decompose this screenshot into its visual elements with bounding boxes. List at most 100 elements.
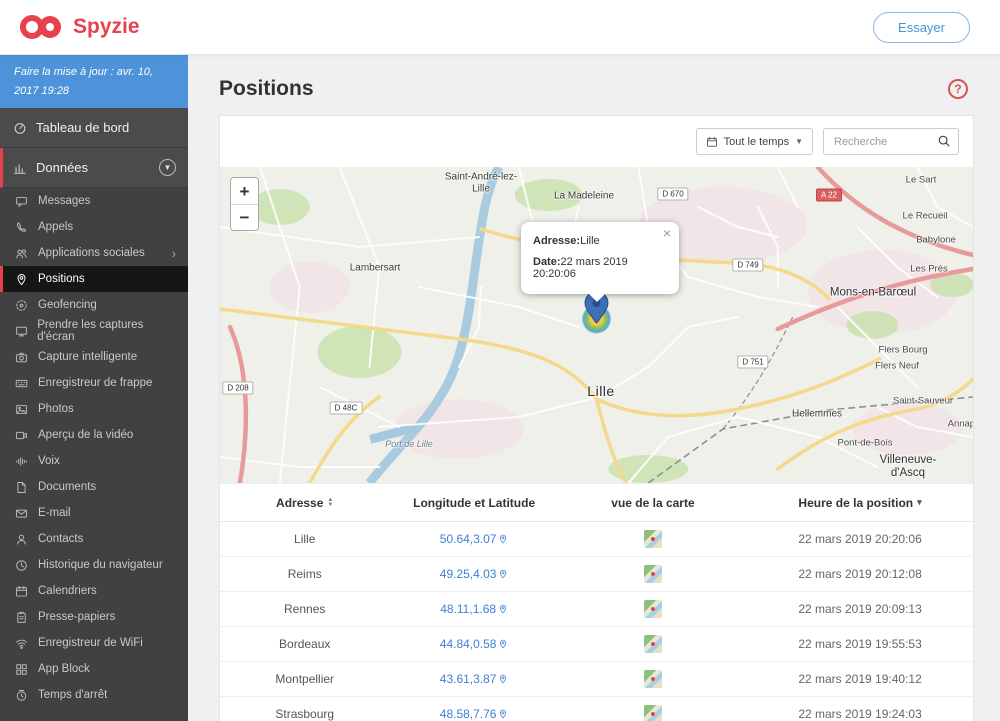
sidebar-item-e-mail[interactable]: E-mail (0, 500, 188, 526)
coordinates-link[interactable]: 48.11,1.68 (440, 602, 508, 616)
sidebar-item-enregistreur-de-wifi[interactable]: Enregistreur de WiFi (0, 630, 188, 656)
cell-map-view (559, 670, 747, 688)
map-thumbnail[interactable] (643, 670, 662, 688)
contact-icon (14, 533, 29, 546)
try-button[interactable]: Essayer (873, 11, 970, 43)
sidebar-item-label: Capture intelligente (38, 351, 138, 364)
sidebar-item-label: Calendriers (38, 585, 97, 598)
sidebar-item-capture-intelligente[interactable]: Capture intelligente (0, 344, 188, 370)
chevron-right-icon: › (171, 245, 176, 261)
cell-time: 22 mars 2019 19:24:03 (798, 707, 922, 721)
map-thumbnail[interactable] (643, 635, 662, 653)
sidebar-item-appels[interactable]: Appels (0, 214, 188, 240)
cell-map-view (559, 565, 747, 583)
spyzie-logo-icon (20, 15, 61, 39)
sidebar-item-calendriers[interactable]: Calendriers (0, 578, 188, 604)
brand-logo[interactable]: Spyzie (18, 12, 140, 42)
sidebar-item-tableau-de-bord[interactable]: Tableau de bord (0, 108, 188, 149)
map-thumbnail[interactable] (643, 530, 662, 548)
header-label: Heure de la position (798, 495, 914, 510)
sidebar-item-donnees[interactable]: Données ▼ (0, 148, 188, 189)
cell-map-view (559, 530, 747, 548)
table-header-vue-carte: vue de la carte (611, 495, 695, 510)
sidebar-item-photos[interactable]: Photos (0, 396, 188, 422)
table-header-heure[interactable]: Heure de la position ▾ (747, 496, 973, 510)
sidebar-item-positions[interactable]: Positions (0, 266, 188, 293)
sidebar-item-label: Enregistreur de WiFi (38, 637, 143, 650)
map-thumbnail[interactable] (643, 600, 662, 618)
sidebar-item-historique-du-navigateur[interactable]: Historique du navigateur (0, 552, 188, 578)
table-row: Rennes 48.11,1.68 22 mars 2019 20:09:13 (220, 592, 973, 627)
wifi-icon (14, 637, 29, 650)
sidebar-item-contacts[interactable]: Contacts (0, 526, 188, 552)
coordinates-link[interactable]: 43.61,3.87 (440, 672, 509, 686)
coordinates-link[interactable]: 44.84,0.58 (440, 637, 509, 651)
sidebar-item-voix[interactable]: Voix (0, 448, 188, 474)
card-toolbar: Tout le temps ▼ (220, 116, 973, 167)
cell-map-view (559, 600, 747, 618)
help-icon[interactable]: ? (948, 79, 968, 99)
map-canvas[interactable] (220, 167, 973, 483)
map-thumbnail[interactable] (643, 565, 662, 583)
sidebar-item-enregistreur-de-frappe[interactable]: Enregistreur de frappe (0, 370, 188, 396)
cell-time: 22 mars 2019 20:12:08 (798, 567, 922, 581)
sidebar-item-apercu-de-la-video[interactable]: Aperçu de la vidéo (0, 422, 188, 448)
table-header-adresse[interactable]: Adresse ▲ ▼ (220, 496, 389, 510)
voice-icon (14, 455, 29, 468)
popup-close-icon[interactable]: × (663, 226, 671, 240)
table-row: Reims 49.25,4.03 22 mars 2019 20:12:08 (220, 557, 973, 592)
location-pin-icon (498, 604, 508, 614)
sidebar-item-app-block[interactable]: App Block (0, 656, 188, 682)
sidebar-item-applications-sociales[interactable]: Applications sociales › (0, 240, 188, 266)
sidebar-item-temps-d-arret[interactable]: Temps d'arrêt (0, 682, 188, 708)
table-row: Montpellier 43.61,3.87 22 mars 2019 19:40:… (220, 662, 973, 697)
table-row: Bordeaux 44.84,0.58 22 mars 2019 19:55:53 (220, 627, 973, 662)
sidebar-section-label: Données (36, 160, 89, 176)
map-popup: × Adresse:Lille Date:22 mars 2019 20:20:… (521, 222, 679, 302)
search-icon[interactable] (937, 134, 951, 153)
sidebar-item-label: Prendre les captures d'écran (37, 319, 144, 344)
page-title: Positions (219, 77, 314, 100)
zoom-in-button[interactable]: + (231, 178, 258, 204)
video-icon (14, 429, 29, 442)
positions-card: Tout le temps ▼ Recherche Saint-André-le… (219, 115, 974, 721)
cell-time: 22 mars 2019 20:20:06 (798, 532, 922, 546)
table-header-row: Adresse ▲ ▼ Longitude et Latitude vue de … (220, 484, 973, 522)
sidebar-item-label: Geofencing (38, 299, 97, 312)
email-icon (14, 507, 29, 520)
coordinates-link[interactable]: 48.58,7.76 (440, 707, 509, 721)
map-thumbnail[interactable] (643, 705, 662, 721)
sidebar-section-label: Tableau de bord (36, 120, 130, 136)
cell-coordinates: 48.11,1.68 (389, 602, 558, 616)
cell-address: Rennes (284, 602, 326, 616)
cell-address: Reims (287, 567, 322, 581)
map[interactable]: Saint-André-lez-Lille La Madeleine Lambers… (220, 167, 973, 483)
sidebar-item-label: Photos (38, 403, 74, 416)
app-block-icon (14, 663, 29, 676)
sidebar-item-label: Positions (38, 273, 85, 286)
keyboard-icon (14, 377, 29, 390)
sidebar-item-documents[interactable]: Documents (0, 474, 188, 500)
sidebar-item-messages[interactable]: Messages (0, 188, 188, 214)
coordinates-link[interactable]: 49.25,4.03 (440, 567, 509, 581)
coordinates-link[interactable]: 50.64,3.07 (440, 532, 509, 546)
cell-coordinates: 50.64,3.07 (389, 532, 558, 546)
header-label: Adresse (276, 495, 324, 510)
location-pin-icon (498, 709, 508, 719)
calendar-icon (706, 136, 718, 148)
positions-table: Adresse ▲ ▼ Longitude et Latitude vue de … (220, 483, 973, 721)
sidebar-nav: Messages Appels Applications sociales › Posi… (0, 188, 188, 708)
time-filter-dropdown[interactable]: Tout le temps ▼ (695, 128, 813, 155)
sidebar-item-presse-papiers[interactable]: Presse-papiers (0, 604, 188, 630)
location-pin-icon (498, 569, 508, 579)
table-row: Strasbourg 48.58,7.76 22 mars 2019 19:24:0… (220, 697, 973, 721)
chevron-down-circle-icon[interactable]: ▼ (159, 159, 176, 177)
sidebar-item-geofencing[interactable]: Geofencing (0, 292, 188, 318)
time-filter-label: Tout le temps (723, 135, 790, 148)
cell-address: Strasbourg (275, 707, 335, 721)
top-bar: Spyzie Essayer (0, 0, 1000, 55)
sidebar-item-label: Presse-papiers (38, 611, 116, 624)
sidebar-item-prendre-les-captures-d-ecran[interactable]: Prendre les captures d'écran (0, 318, 188, 344)
zoom-out-button[interactable]: − (231, 204, 258, 230)
caret-down-icon: ▾ (917, 497, 922, 507)
